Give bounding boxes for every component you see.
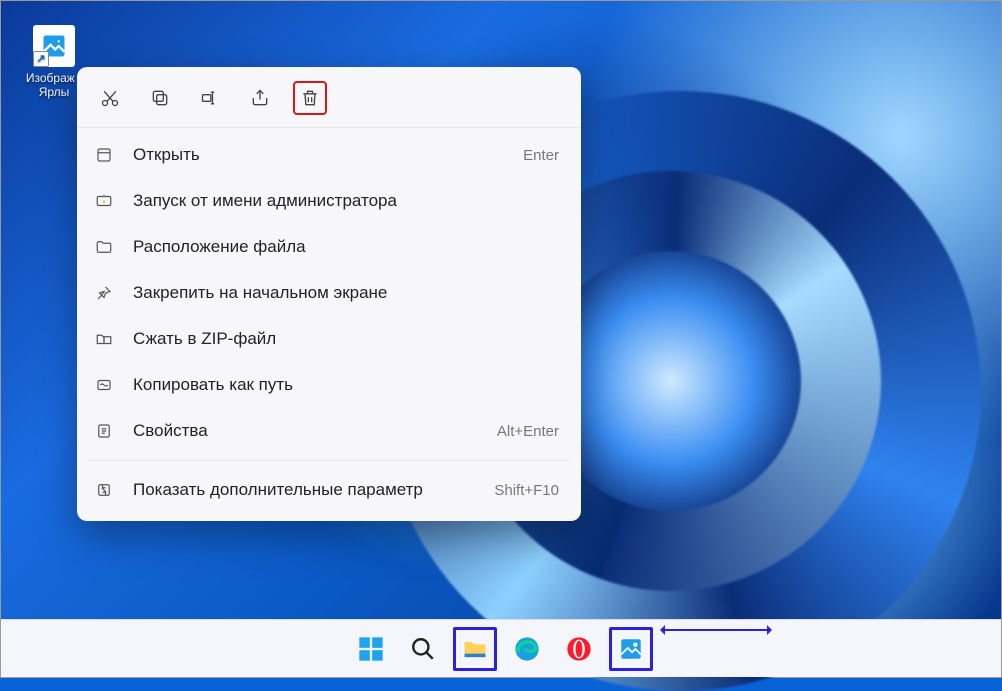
menu-item-shortcut: Shift+F10 bbox=[494, 482, 559, 499]
annotation-arrow bbox=[661, 629, 771, 631]
more-options-icon bbox=[93, 479, 115, 501]
menu-item-label: Запуск от имени администратора bbox=[133, 191, 559, 211]
menu-separator bbox=[77, 127, 581, 128]
menu-item-properties[interactable]: Свойства Alt+Enter bbox=[77, 408, 581, 454]
menu-item-compress-zip[interactable]: Сжать в ZIP-файл bbox=[77, 316, 581, 362]
windows-logo-icon bbox=[357, 635, 385, 663]
menu-item-open[interactable]: Открыть Enter bbox=[77, 132, 581, 178]
copypath-icon bbox=[93, 374, 115, 396]
menu-item-label: Копировать как путь bbox=[133, 375, 559, 395]
menu-item-file-location[interactable]: Расположение файла bbox=[77, 224, 581, 270]
cut-icon bbox=[100, 88, 120, 108]
zip-icon bbox=[93, 328, 115, 350]
image-viewer-button[interactable] bbox=[609, 627, 653, 671]
menu-item-label: Сжать в ZIP-файл bbox=[133, 329, 559, 349]
copy-button[interactable] bbox=[143, 81, 177, 115]
edge-icon bbox=[513, 635, 541, 663]
menu-item-label: Расположение файла bbox=[133, 237, 559, 257]
menu-item-label: Показать дополнительные параметр bbox=[133, 480, 494, 500]
pin-icon bbox=[93, 282, 115, 304]
menu-item-run-as-admin[interactable]: Запуск от имени администратора bbox=[77, 178, 581, 224]
delete-button[interactable] bbox=[293, 81, 327, 115]
share-icon bbox=[250, 88, 270, 108]
menu-item-label: Открыть bbox=[133, 145, 523, 165]
menu-item-show-more-options[interactable]: Показать дополнительные параметр Shift+F… bbox=[77, 467, 581, 513]
menu-item-shortcut: Alt+Enter bbox=[497, 423, 559, 440]
menu-separator bbox=[89, 460, 569, 461]
delete-icon bbox=[300, 88, 320, 108]
cut-button[interactable] bbox=[93, 81, 127, 115]
file-explorer-button[interactable] bbox=[453, 627, 497, 671]
image-viewer-icon bbox=[618, 636, 644, 662]
open-icon bbox=[93, 144, 115, 166]
opera-browser-button[interactable] bbox=[557, 627, 601, 671]
menu-item-label: Закрепить на начальном экране bbox=[133, 283, 559, 303]
copy-icon bbox=[150, 88, 170, 108]
menu-item-copy-as-path[interactable]: Копировать как путь bbox=[77, 362, 581, 408]
menu-item-shortcut: Enter bbox=[523, 147, 559, 164]
menu-item-pin-to-start[interactable]: Закрепить на начальном экране bbox=[77, 270, 581, 316]
start-button[interactable] bbox=[349, 627, 393, 671]
folder-icon bbox=[93, 236, 115, 258]
share-button[interactable] bbox=[243, 81, 277, 115]
image-viewer-icon: ↗ bbox=[33, 25, 75, 67]
rename-button[interactable] bbox=[193, 81, 227, 115]
search-icon bbox=[410, 636, 436, 662]
context-menu: Открыть Enter Запуск от имени администра… bbox=[77, 67, 581, 521]
properties-icon bbox=[93, 420, 115, 442]
search-button[interactable] bbox=[401, 627, 445, 671]
shortcut-overlay-icon: ↗ bbox=[33, 51, 49, 67]
context-menu-action-row bbox=[77, 73, 581, 125]
taskbar bbox=[1, 619, 1001, 677]
admin-run-icon bbox=[93, 190, 115, 212]
menu-item-label: Свойства bbox=[133, 421, 497, 441]
rename-icon bbox=[200, 88, 220, 108]
edge-browser-button[interactable] bbox=[505, 627, 549, 671]
opera-icon bbox=[565, 635, 593, 663]
file-explorer-icon bbox=[461, 635, 489, 663]
